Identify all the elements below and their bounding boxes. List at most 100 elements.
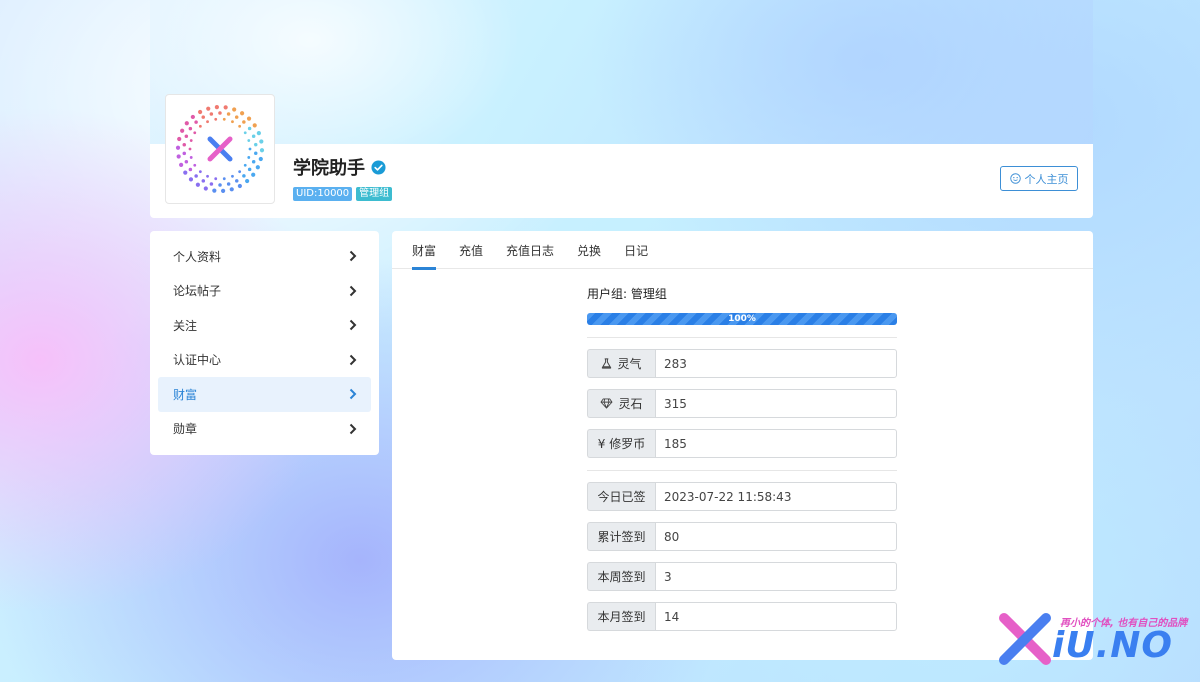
chevron-right-icon — [349, 251, 357, 262]
avatar-dot — [259, 148, 265, 153]
avatar-dot — [243, 163, 247, 167]
sidebar-item-label: 个人资料 — [173, 249, 222, 264]
currency-label: ¥ 修罗币 — [587, 429, 655, 458]
avatar-dot — [214, 105, 219, 110]
wealth-content: 用户组: 管理组 100% 灵气 283 灵石 315 ¥ 修罗币 185 今日… — [587, 285, 897, 631]
avatar-dot — [238, 124, 242, 128]
avatar-dot — [243, 131, 247, 135]
avatar[interactable] — [165, 94, 275, 204]
sidebar-item-profile[interactable]: 个人资料 — [158, 239, 371, 274]
avatar-dot — [206, 174, 209, 178]
avatar-dot — [247, 156, 251, 159]
avatar-dot — [247, 126, 252, 131]
currency-label-text: 灵气 — [617, 357, 642, 371]
main-panel: 财富 充值 充值日志 兑换 日记 用户组: 管理组 100% 灵气 283 灵石… — [392, 231, 1093, 660]
avatar-dot — [222, 177, 226, 181]
chevron-right-icon — [349, 354, 357, 365]
avatar-dot — [177, 136, 182, 142]
avatar-dot — [209, 182, 214, 186]
avatar-dot — [253, 151, 258, 156]
avatar-dot — [214, 177, 218, 181]
avatar-dot — [201, 115, 205, 119]
avatar-dot — [203, 186, 208, 191]
currency-row-xiuluobi: ¥ 修罗币 185 — [587, 429, 897, 458]
avatar-dot — [234, 115, 239, 119]
signin-row-week: 本周签到 3 — [587, 562, 897, 591]
avatar-dot — [229, 187, 234, 192]
profile-card — [150, 144, 1093, 218]
currency-value: 185 — [655, 429, 897, 458]
avatar-dot — [198, 170, 202, 174]
avatar-dot — [214, 117, 218, 121]
avatar-dot — [238, 170, 242, 174]
tab-recharge-log[interactable]: 充值日志 — [506, 231, 554, 269]
sidebar-item-medals[interactable]: 勋章 — [158, 412, 371, 447]
avatar-dot — [251, 159, 256, 164]
avatar-dot — [176, 154, 181, 159]
avatar-dot — [251, 172, 256, 177]
sidebar-item-verify[interactable]: 认证中心 — [158, 343, 371, 378]
signin-label: 本月签到 — [587, 602, 655, 631]
sidebar-item-follow[interactable]: 关注 — [158, 308, 371, 343]
avatar-dot — [247, 167, 252, 172]
avatar-dot — [209, 112, 214, 116]
watermark-x-logo-icon — [999, 613, 1051, 665]
avatar-dot — [190, 114, 195, 120]
avatar-dot — [218, 111, 222, 115]
currency-label-text: 灵石 — [618, 397, 643, 411]
sidebar: 个人资料 论坛帖子 关注 认证中心 财富 勋章 — [150, 231, 379, 455]
avatar-dot — [184, 121, 189, 126]
sidebar-item-label: 关注 — [173, 318, 198, 333]
avatar-dot — [183, 170, 188, 175]
avatar-dot — [182, 142, 187, 147]
signin-row-today: 今日已签 2023-07-22 11:58:43 — [587, 482, 897, 511]
avatar-dot — [232, 107, 237, 112]
currency-label-text: ¥ 修罗币 — [597, 437, 646, 451]
avatar-dot — [256, 130, 261, 136]
tab-bar: 财富 充值 充值日志 兑换 日记 — [392, 231, 1093, 270]
avatar-dot — [188, 147, 192, 151]
avatar-dot — [184, 134, 189, 139]
avatar-dot — [248, 147, 252, 151]
sidebar-item-label: 勋章 — [173, 422, 198, 437]
signin-value: 14 — [655, 602, 897, 631]
avatar-dot — [247, 139, 251, 142]
avatar-dot — [193, 131, 197, 135]
signin-value: 2023-07-22 11:58:43 — [655, 482, 897, 511]
avatar-dot — [188, 126, 193, 131]
tab-diary[interactable]: 日记 — [624, 231, 648, 269]
avatar-dot — [258, 156, 263, 162]
avatar-dot — [245, 178, 250, 184]
avatar-dot — [222, 117, 226, 121]
sidebar-item-label: 财富 — [173, 387, 198, 402]
tab-wealth[interactable]: 财富 — [412, 231, 437, 270]
tab-recharge[interactable]: 充值 — [459, 231, 483, 269]
avatar-logo-icon — [175, 105, 265, 193]
group-progress-bar: 100% — [587, 313, 897, 325]
avatar-dot — [221, 188, 226, 193]
signin-row-total: 累计签到 80 — [587, 522, 897, 551]
avatar-dot — [189, 156, 193, 159]
chevron-right-icon — [349, 285, 357, 296]
avatar-dot — [246, 116, 252, 121]
homepage-button[interactable]: 个人主页 — [1000, 166, 1078, 191]
tab-exchange[interactable]: 兑换 — [577, 231, 601, 269]
avatar-dot — [189, 139, 193, 142]
profile-tags: UID:10000 管理组 — [293, 187, 393, 201]
diamond-icon — [601, 398, 613, 409]
avatar-dot — [226, 182, 231, 186]
avatar-dot — [194, 174, 198, 178]
avatar-dot — [198, 109, 203, 115]
avatar-dot — [237, 183, 242, 189]
avatar-dot — [206, 106, 211, 111]
signin-label: 今日已签 — [587, 482, 655, 511]
sidebar-item-posts[interactable]: 论坛帖子 — [158, 274, 371, 309]
smile-icon — [1009, 173, 1021, 184]
avatar-dot — [259, 139, 264, 144]
chevron-right-icon — [349, 423, 357, 434]
sidebar-item-wealth[interactable]: 财富 — [158, 377, 371, 412]
currency-row-lingqi: 灵气 283 — [587, 349, 897, 378]
avatar-dot — [184, 160, 189, 164]
avatar-dot — [242, 120, 246, 124]
avatar-dot — [193, 163, 197, 167]
